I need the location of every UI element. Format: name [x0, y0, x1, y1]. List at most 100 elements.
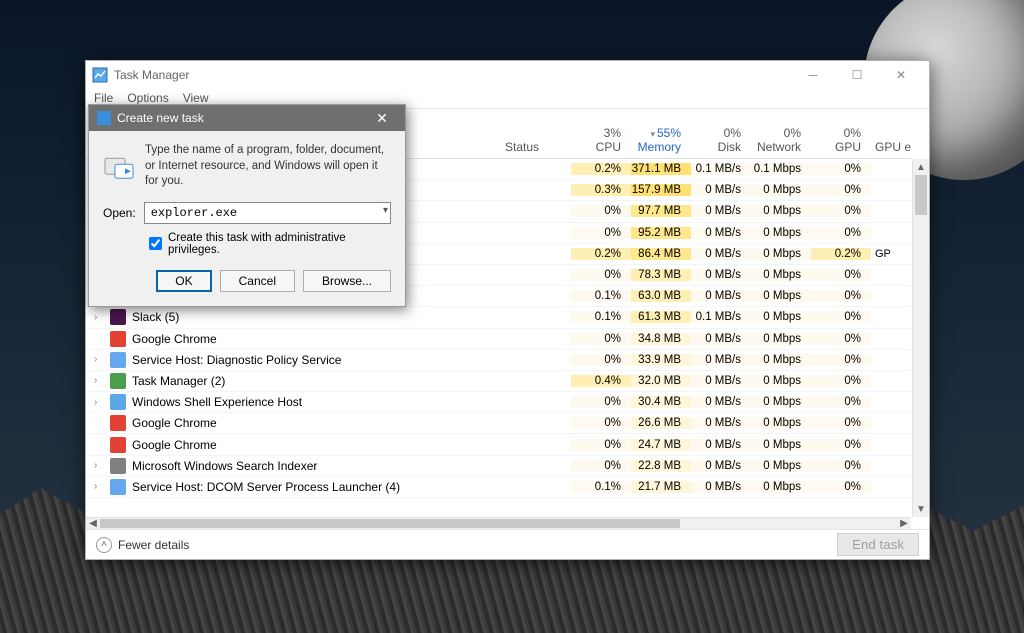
create-new-task-dialog: Create new task ✕ Type the name of a pro… [88, 104, 406, 307]
open-combobox[interactable]: ▾ [144, 202, 391, 224]
network-cell: 0 Mbps [751, 269, 811, 281]
fewer-details-button[interactable]: ˄ Fewer details [96, 537, 189, 553]
dialog-titlebar[interactable]: Create new task ✕ [89, 105, 405, 131]
disk-cell: 0 MB/s [691, 439, 751, 451]
table-row[interactable]: Google Chrome0%24.7 MB0 MB/s0 Mbps0% [86, 434, 911, 455]
col-status[interactable]: Status [501, 140, 571, 154]
open-input[interactable] [144, 202, 391, 224]
gpu-cell: 0.2% [811, 248, 871, 260]
col-cpu[interactable]: 3%CPU [571, 126, 631, 154]
network-cell: 0.1 Mbps [751, 163, 811, 175]
disk-cell: 0 MB/s [691, 481, 751, 493]
table-row[interactable]: ›Microsoft Windows Search Indexer0%22.8 … [86, 456, 911, 477]
memory-cell: 21.7 MB [631, 481, 691, 493]
disk-cell: 0 MB/s [691, 396, 751, 408]
app-icon [110, 309, 126, 325]
expand-chevron-icon[interactable]: › [94, 397, 106, 408]
cancel-button[interactable]: Cancel [220, 270, 295, 292]
table-row[interactable]: › Service Host: DCOM Server Process Launc… [86, 477, 911, 498]
disk-cell: 0 MB/s [691, 227, 751, 239]
network-cell: 0 Mbps [751, 396, 811, 408]
vertical-scrollbar[interactable]: ▲ ▼ [912, 159, 929, 517]
col-gpu-engine[interactable]: GPU e [871, 140, 911, 154]
maximize-button[interactable]: ☐ [835, 61, 879, 89]
titlebar[interactable]: Task Manager ─ ☐ ✕ [86, 61, 929, 89]
cpu-cell: 0% [571, 417, 631, 429]
dropdown-icon[interactable]: ▾ [383, 205, 388, 216]
memory-cell: 34.8 MB [631, 333, 691, 345]
app-icon [110, 458, 126, 474]
col-network[interactable]: 0%Network [751, 126, 811, 154]
memory-cell: 32.0 MB [631, 375, 691, 387]
ok-button[interactable]: OK [156, 270, 211, 292]
cpu-cell: 0% [571, 460, 631, 472]
gpu-cell: 0% [811, 163, 871, 175]
gpu-cell: 0% [811, 460, 871, 472]
process-name: Google Chrome [132, 438, 217, 452]
scroll-thumb-v[interactable] [915, 175, 927, 215]
network-cell: 0 Mbps [751, 481, 811, 493]
expand-chevron-icon[interactable]: › [94, 460, 106, 471]
process-name: Microsoft Windows Search Indexer [132, 459, 317, 473]
horizontal-scrollbar[interactable]: ◀ ▶ [86, 517, 911, 529]
table-row[interactable]: ›Service Host: Diagnostic Policy Service… [86, 350, 911, 371]
table-row[interactable]: ›Task Manager (2)0.4%32.0 MB0 MB/s0 Mbps… [86, 371, 911, 392]
expand-chevron-icon[interactable]: › [94, 375, 106, 386]
expand-chevron-icon[interactable]: › [94, 312, 106, 323]
scroll-down-icon[interactable]: ▼ [913, 501, 929, 517]
scroll-right-icon[interactable]: ▶ [897, 518, 911, 529]
cpu-cell: 0.2% [571, 248, 631, 260]
table-row[interactable]: Google Chrome0%34.8 MB0 MB/s0 Mbps0% [86, 329, 911, 350]
expand-chevron-icon[interactable]: › [94, 481, 106, 492]
minimize-button[interactable]: ─ [791, 61, 835, 89]
dialog-close-button[interactable]: ✕ [367, 110, 397, 127]
process-name: Google Chrome [132, 332, 217, 346]
network-cell: 0 Mbps [751, 227, 811, 239]
memory-cell: 63.0 MB [631, 290, 691, 302]
memory-cell: 30.4 MB [631, 396, 691, 408]
network-cell: 0 Mbps [751, 311, 811, 323]
gpu-cell: 0% [811, 333, 871, 345]
disk-cell: 0 MB/s [691, 375, 751, 387]
gpu-engine-cell: GP [871, 248, 911, 260]
disk-cell: 0 MB/s [691, 417, 751, 429]
memory-cell: 78.3 MB [631, 269, 691, 281]
window-title: Task Manager [114, 68, 189, 82]
network-cell: 0 Mbps [751, 184, 811, 196]
open-label: Open: [103, 206, 136, 220]
scroll-thumb-h[interactable] [100, 519, 680, 528]
gpu-cell: 0% [811, 205, 871, 217]
process-name: Service Host: DCOM Server Process Launch… [132, 480, 400, 494]
dialog-title: Create new task [117, 111, 204, 125]
app-icon [110, 394, 126, 410]
scroll-left-icon[interactable]: ◀ [86, 518, 100, 529]
network-cell: 0 Mbps [751, 439, 811, 451]
gpu-cell: 0% [811, 311, 871, 323]
run-dialog-icon [97, 111, 111, 125]
col-memory[interactable]: ▾55%Memory [631, 126, 691, 154]
end-task-button[interactable]: End task [837, 533, 919, 556]
close-button[interactable]: ✕ [879, 61, 923, 89]
gpu-cell: 0% [811, 354, 871, 366]
cpu-cell: 0% [571, 439, 631, 451]
gpu-cell: 0% [811, 417, 871, 429]
table-row[interactable]: Google Chrome0%26.6 MB0 MB/s0 Mbps0% [86, 413, 911, 434]
scroll-up-icon[interactable]: ▲ [913, 159, 929, 175]
cpu-cell: 0% [571, 333, 631, 345]
disk-cell: 0.1 MB/s [691, 163, 751, 175]
admin-checkbox-label: Create this task with administrative pri… [168, 232, 391, 256]
memory-cell: 157.9 MB [631, 184, 691, 196]
col-disk[interactable]: 0%Disk [691, 126, 751, 154]
browse-button[interactable]: Browse... [303, 270, 391, 292]
run-icon [103, 143, 135, 190]
admin-checkbox[interactable] [149, 237, 162, 250]
network-cell: 0 Mbps [751, 460, 811, 472]
col-gpu[interactable]: 0%GPU [811, 126, 871, 154]
memory-cell: 24.7 MB [631, 439, 691, 451]
table-row[interactable]: ›Windows Shell Experience Host0%30.4 MB0… [86, 392, 911, 413]
task-manager-icon [92, 67, 108, 83]
expand-chevron-icon[interactable]: › [94, 354, 106, 365]
cpu-cell: 0% [571, 354, 631, 366]
table-row[interactable]: ›Slack (5)0.1%61.3 MB0.1 MB/s0 Mbps0% [86, 307, 911, 328]
app-icon [110, 373, 126, 389]
